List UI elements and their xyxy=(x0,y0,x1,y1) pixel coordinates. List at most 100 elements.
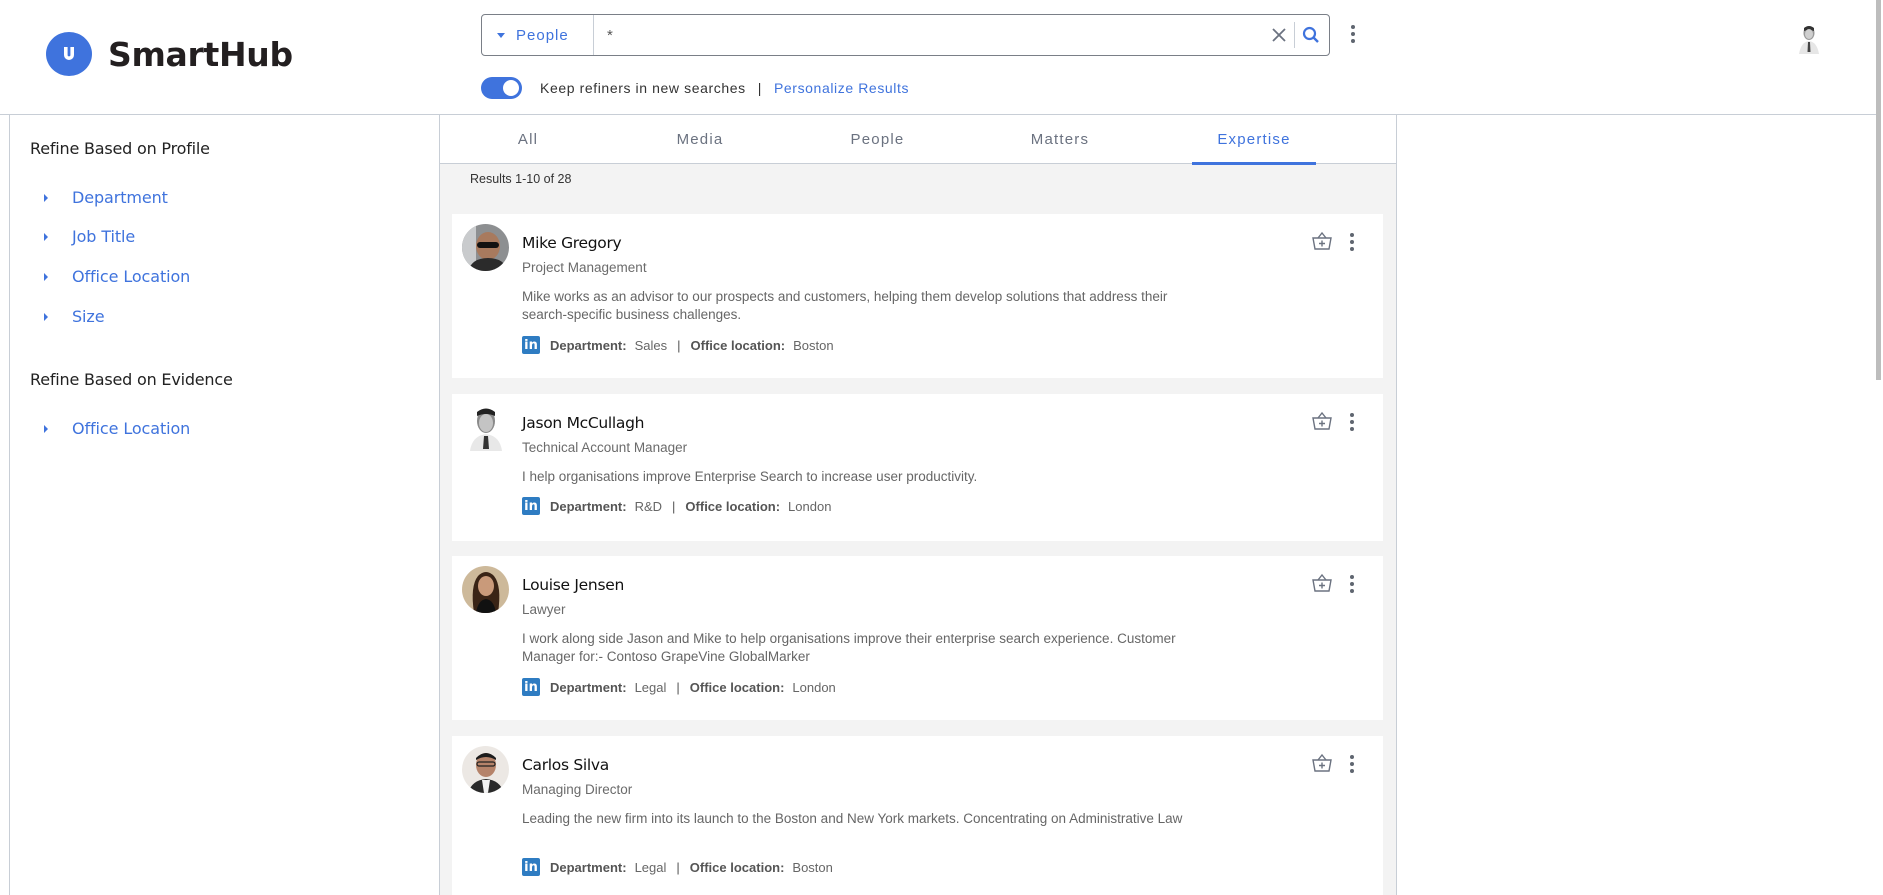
refine-evidence-heading: Refine Based on Evidence xyxy=(30,370,233,389)
scrollbar-thumb[interactable] xyxy=(1876,0,1881,380)
search-scope-dropdown[interactable]: People xyxy=(482,15,594,55)
result-card: Louise Jensen Lawyer I work along side J… xyxy=(452,556,1383,720)
person-name[interactable]: Jason McCullagh xyxy=(522,414,645,432)
person-description: Leading the new firm into its launch to … xyxy=(522,811,1183,826)
person-description: I help organisations improve Enterprise … xyxy=(522,469,978,484)
add-to-basket-icon[interactable] xyxy=(1311,573,1333,593)
refiner-label: Size xyxy=(72,307,105,326)
card-more-options-icon[interactable] xyxy=(1344,229,1360,255)
person-meta: in Department: Legal | Office location: … xyxy=(522,858,833,876)
tab-people[interactable]: People xyxy=(835,115,920,164)
meta-separator: | xyxy=(676,859,680,875)
add-to-basket-icon[interactable] xyxy=(1311,753,1333,773)
expand-caret-icon xyxy=(44,312,48,321)
refiners-panel: Refine Based on Profile Department Job T… xyxy=(9,115,440,895)
linkedin-icon[interactable]: in xyxy=(522,678,540,696)
result-card: Carlos Silva Managing Director Leading t… xyxy=(452,736,1383,895)
expand-caret-icon xyxy=(44,424,48,433)
office-label: Office location: xyxy=(689,859,785,875)
logo-u-icon xyxy=(46,32,92,76)
avatar[interactable] xyxy=(462,224,509,271)
avatar[interactable] xyxy=(462,404,509,451)
caret-down-icon xyxy=(497,32,505,38)
search-icon xyxy=(1302,26,1319,43)
card-more-options-icon[interactable] xyxy=(1344,409,1360,435)
keep-refiners-label: Keep refiners in new searches xyxy=(540,80,746,96)
person-meta: in Department: Sales | Office location: … xyxy=(522,336,834,354)
department-value: Sales xyxy=(634,337,668,353)
meta-separator: | xyxy=(676,679,680,695)
refiner-evidence-office-location[interactable]: Office Location xyxy=(44,419,190,438)
results-count: Results 1-10 of 28 xyxy=(470,172,572,186)
app-logo[interactable]: SmartHub xyxy=(46,32,293,76)
person-name[interactable]: Louise Jensen xyxy=(522,576,624,594)
card-more-options-icon[interactable] xyxy=(1344,751,1360,777)
add-to-basket-icon[interactable] xyxy=(1311,411,1333,431)
office-label: Office location: xyxy=(685,498,781,514)
result-card: Mike Gregory Project Management Mike wor… xyxy=(452,214,1383,378)
expand-caret-icon xyxy=(44,272,48,281)
results-panel: All Media People Matters Expertise Resul… xyxy=(440,115,1397,895)
department-label: Department: xyxy=(550,679,627,695)
search-button[interactable] xyxy=(1297,22,1325,48)
department-value: Legal xyxy=(634,679,667,695)
search-box: People xyxy=(481,14,1330,56)
app-header: SmartHub People Keep refiners in new sea… xyxy=(0,0,1876,115)
keep-refiners-toggle[interactable] xyxy=(481,77,522,99)
office-value: Boston xyxy=(793,337,834,353)
options-separator: | xyxy=(757,80,762,96)
refine-profile-heading: Refine Based on Profile xyxy=(30,139,210,158)
expand-caret-icon xyxy=(44,232,48,241)
department-value: R&D xyxy=(634,498,663,514)
tab-all[interactable]: All xyxy=(498,115,558,164)
tab-matters[interactable]: Matters xyxy=(1015,115,1105,164)
card-more-options-icon[interactable] xyxy=(1344,571,1360,597)
office-label: Office location: xyxy=(689,679,785,695)
clear-search-button[interactable] xyxy=(1266,22,1292,48)
department-label: Department: xyxy=(550,859,627,875)
person-title: Project Management xyxy=(522,260,647,275)
search-scope-label: People xyxy=(516,26,569,44)
app-name: SmartHub xyxy=(108,34,293,74)
office-value: Boston xyxy=(792,859,833,875)
person-title: Lawyer xyxy=(522,602,566,617)
person-description: I work along side Jason and Mike to help… xyxy=(522,631,1176,664)
expand-caret-icon xyxy=(44,193,48,202)
vertical-tabs: All Media People Matters Expertise xyxy=(440,115,1396,165)
user-avatar[interactable] xyxy=(1796,24,1822,54)
avatar[interactable] xyxy=(462,746,509,793)
refiner-job-title[interactable]: Job Title xyxy=(44,227,135,246)
meta-separator: | xyxy=(677,337,681,353)
close-icon xyxy=(1272,28,1286,42)
refiner-office-location[interactable]: Office Location xyxy=(44,267,190,286)
person-meta: in Department: R&D | Office location: Lo… xyxy=(522,497,831,515)
tab-expertise[interactable]: Expertise xyxy=(1192,115,1316,165)
office-value: London xyxy=(788,498,832,514)
refiner-size[interactable]: Size xyxy=(44,307,105,326)
more-options-icon[interactable] xyxy=(1345,21,1361,47)
person-name[interactable]: Mike Gregory xyxy=(522,234,622,252)
search-input[interactable] xyxy=(594,15,1266,55)
result-card: Jason McCullagh Technical Account Manage… xyxy=(452,394,1383,541)
add-to-basket-icon[interactable] xyxy=(1311,231,1333,251)
person-title: Technical Account Manager xyxy=(522,440,688,455)
person-name[interactable]: Carlos Silva xyxy=(522,756,609,774)
linkedin-icon[interactable]: in xyxy=(522,336,540,354)
department-value: Legal xyxy=(634,859,667,875)
department-label: Department: xyxy=(550,498,627,514)
person-meta: in Department: Legal | Office location: … xyxy=(522,678,836,696)
linkedin-icon[interactable]: in xyxy=(522,858,540,876)
meta-separator: | xyxy=(672,498,676,514)
person-title: Managing Director xyxy=(522,782,633,797)
linkedin-icon[interactable]: in xyxy=(522,497,540,515)
tab-media[interactable]: Media xyxy=(660,115,740,164)
personalize-results-link[interactable]: Personalize Results xyxy=(774,80,909,96)
avatar[interactable] xyxy=(462,566,509,613)
refiner-department[interactable]: Department xyxy=(44,188,168,207)
refiner-label: Job Title xyxy=(72,227,136,246)
office-value: London xyxy=(792,679,836,695)
person-description: Mike works as an advisor to our prospect… xyxy=(522,289,1168,322)
department-label: Department: xyxy=(550,337,627,353)
search-divider xyxy=(1294,22,1295,48)
refiner-label: Office Location xyxy=(72,419,191,438)
